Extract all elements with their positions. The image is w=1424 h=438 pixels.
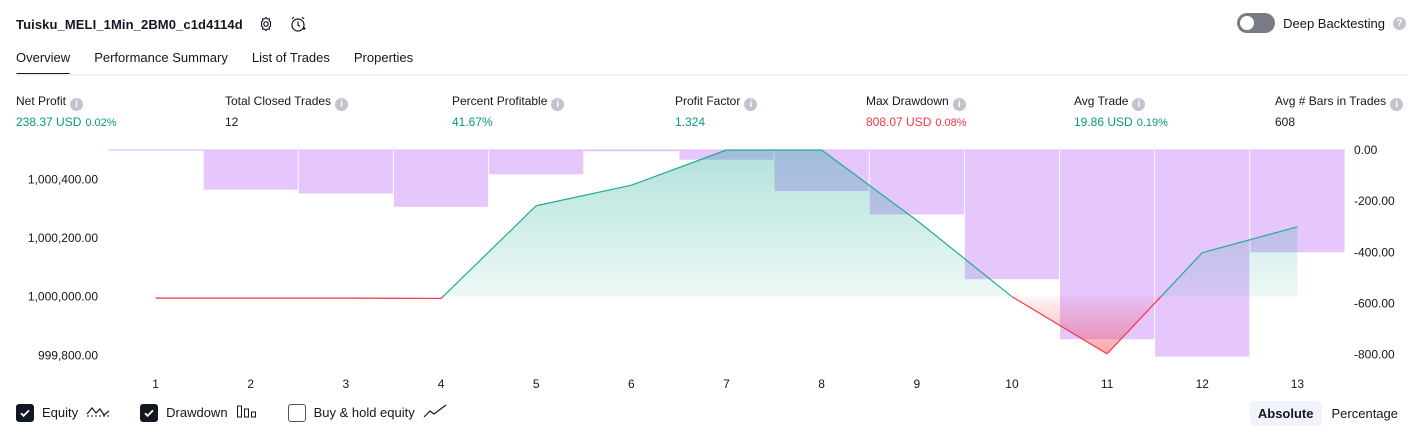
x-axis-tick-label: 8 xyxy=(818,377,825,391)
drawdown-bar xyxy=(203,150,298,190)
deep-backtesting-label: Deep Backtesting xyxy=(1283,15,1385,31)
metric-label: Total Closed Trades xyxy=(225,94,332,108)
right-axis-tick-label: -600.00 xyxy=(1354,296,1395,310)
metric-percent: 0.08% xyxy=(935,117,967,129)
x-axis-tick-label: 2 xyxy=(247,377,254,391)
drawdown-bar xyxy=(964,150,1060,280)
bar-chart-icon xyxy=(236,403,258,422)
legend-label: Drawdown xyxy=(166,405,228,420)
tab-list-of-trades[interactable]: List of Trades xyxy=(252,46,330,76)
left-axis-tick-label: 1,000,400.00 xyxy=(28,172,98,186)
metric-total-closed-trades: Total Closed Trades i 12 xyxy=(225,94,349,129)
metric-value: 41.67% xyxy=(452,115,493,129)
x-axis-tick-label: 7 xyxy=(723,377,730,391)
alarm-clock-icon[interactable] xyxy=(289,15,307,33)
metrics-row: Net Profit i 238.37 USD 0.02% Total Closed… xyxy=(0,94,1424,134)
right-axis-tick-label: -400.00 xyxy=(1354,245,1395,259)
percentage-button[interactable]: Percentage xyxy=(1324,401,1407,426)
report-tabs: Overview Performance Summary List of Tra… xyxy=(16,46,413,76)
left-axis-tick-label: 999,800.00 xyxy=(38,348,98,362)
x-axis-tick-label: 1 xyxy=(152,377,159,391)
drawdown-checkbox[interactable] xyxy=(140,403,159,422)
info-icon[interactable]: i xyxy=(551,98,565,111)
deep-backtesting: Deep Backtesting ? xyxy=(1237,13,1406,33)
x-axis-tick-label: 3 xyxy=(343,377,350,391)
equity-line-icon xyxy=(86,403,110,422)
right-axis-tick-label: -200.00 xyxy=(1354,194,1395,208)
tab-performance-summary[interactable]: Performance Summary xyxy=(94,46,228,76)
x-axis-tick-label: 9 xyxy=(913,377,920,391)
legend-label: Buy & hold equity xyxy=(313,405,415,420)
drawdown-bar xyxy=(489,150,584,175)
chart-legend: Equity Drawdown Buy & hold equity xyxy=(16,403,447,422)
metric-label: Percent Profitable xyxy=(452,94,548,108)
drawdown-bar xyxy=(584,150,679,152)
trend-line-icon xyxy=(423,403,447,422)
info-icon[interactable]: i xyxy=(70,98,84,111)
equity-drawdown-chart[interactable]: 999,800.00 1,000,000.00 1,000,200.00 1,000,… xyxy=(0,140,1424,395)
info-icon[interactable]: i xyxy=(1132,98,1146,111)
info-icon[interactable]: ? xyxy=(1393,16,1406,30)
metric-net-profit: Net Profit i 238.37 USD 0.02% xyxy=(16,94,117,129)
x-axis-tick-label: 10 xyxy=(1005,377,1019,391)
metric-value: 12 xyxy=(225,115,239,129)
strategy-title: Tuisku_MELI_1Min_2BM0_c1d4114d xyxy=(16,16,243,32)
metric-label: Avg # Bars in Trades xyxy=(1275,94,1387,108)
tab-overview[interactable]: Overview xyxy=(16,46,71,76)
metric-value: 1.324 xyxy=(675,115,706,129)
metric-label: Avg Trade xyxy=(1074,94,1129,108)
info-icon[interactable]: i xyxy=(335,98,349,111)
legend-label: Equity xyxy=(42,405,79,420)
legend-buy-hold[interactable]: Buy & hold equity xyxy=(287,403,447,422)
buy-hold-checkbox[interactable] xyxy=(287,403,306,422)
metric-value: 238.37 USD xyxy=(16,115,82,129)
drawdown-bar xyxy=(393,150,489,207)
x-axis-tick-label: 11 xyxy=(1101,377,1114,391)
value-mode-switch: Absolute Percentage xyxy=(1249,401,1407,426)
metric-value: 808.07 USD xyxy=(866,115,932,129)
x-axis-tick-label: 13 xyxy=(1291,377,1305,391)
x-axis-tick-label: 5 xyxy=(533,377,540,391)
tab-properties[interactable]: Properties xyxy=(354,46,413,76)
info-icon[interactable]: i xyxy=(952,98,966,111)
metric-label: Net Profit xyxy=(16,94,67,108)
deep-backtesting-toggle[interactable] xyxy=(1237,13,1276,33)
left-axis-tick-label: 1,000,000.00 xyxy=(28,290,98,304)
metric-max-drawdown: Max Drawdown i 808.07 USD 0.08% xyxy=(866,94,967,129)
equity-area-negative xyxy=(155,296,1298,354)
metric-label: Max Drawdown xyxy=(866,94,949,108)
legend-equity[interactable]: Equity xyxy=(16,403,110,422)
gear-icon[interactable] xyxy=(257,15,275,33)
metric-avg-bars: Avg # Bars in Trades i 608 xyxy=(1275,94,1404,129)
equity-checkbox[interactable] xyxy=(16,403,34,422)
tabs-divider xyxy=(16,74,1408,76)
metric-value: 608 xyxy=(1275,115,1296,129)
metric-value: 19.86 USD xyxy=(1074,115,1133,129)
metric-percent-profitable: Percent Profitable i 41.67% xyxy=(452,94,565,129)
strategy-header: Tuisku_MELI_1Min_2BM0_c1d4114d xyxy=(16,12,307,36)
metric-profit-factor: Profit Factor i 1.324 xyxy=(675,94,758,129)
absolute-button[interactable]: Absolute xyxy=(1249,401,1322,426)
right-axis-tick-label: -800.00 xyxy=(1354,348,1395,362)
x-axis-tick-label: 4 xyxy=(438,377,445,391)
metric-percent: 0.19% xyxy=(1136,117,1168,129)
metric-avg-trade: Avg Trade i 19.86 USD 0.19% xyxy=(1074,94,1168,129)
metric-percent: 0.02% xyxy=(85,117,117,129)
left-axis-tick-label: 1,000,200.00 xyxy=(28,231,98,245)
info-icon[interactable]: i xyxy=(744,98,758,111)
drawdown-bar xyxy=(298,150,393,194)
right-axis-tick-label: 0.00 xyxy=(1354,143,1378,157)
x-axis-tick-label: 6 xyxy=(628,377,635,391)
metric-label: Profit Factor xyxy=(675,94,741,108)
info-icon[interactable]: i xyxy=(1390,98,1404,111)
x-axis-tick-label: 12 xyxy=(1196,377,1210,391)
legend-drawdown[interactable]: Drawdown xyxy=(140,403,257,422)
